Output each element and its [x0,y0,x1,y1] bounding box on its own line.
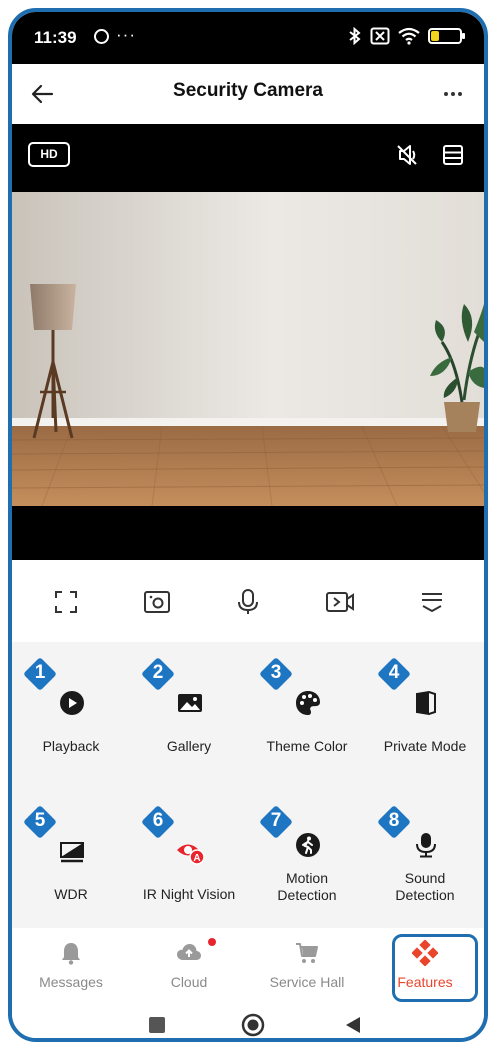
system-navigation [12,1004,484,1038]
speaker-muted-icon [397,145,417,165]
feature-label: IR Night Vision [142,886,236,902]
camera-feed[interactable] [12,192,484,506]
feature-label: WDR [54,886,88,902]
recents-button[interactable] [144,1012,170,1038]
microphone-button[interactable] [230,584,266,620]
features-grid: 1 Playback 2 Gallery 3 Theme Color 4 Pri… [12,642,484,928]
sim-off-icon [370,27,390,45]
feature-label-line1: Motion [285,870,329,886]
number-badge: 1 [23,657,57,691]
more-dot [451,92,455,96]
feature-label: Private Mode [383,738,467,754]
number-badge: 7 [259,805,293,839]
nav-label: Messages [39,974,103,990]
collapse-menu-icon [422,593,442,612]
battery-icon: 9 [428,28,465,44]
bluetooth-icon [349,27,361,45]
fullscreen-button[interactable] [48,584,84,620]
record-button[interactable] [322,584,358,620]
notification-dot [208,938,216,946]
home-button[interactable] [240,1012,266,1038]
number-badge: 8 [377,805,411,839]
number-badge: 2 [141,657,175,691]
room-image [12,192,484,506]
snapshot-button[interactable] [139,584,175,620]
number-badge: 6 [141,805,175,839]
layout-icon [443,145,463,165]
feature-label-line2: Detection [277,887,337,903]
number-badge: 5 [23,805,57,839]
feature-label-line1: Sound [404,870,446,886]
more-dot [458,92,462,96]
status-icons: 9 [348,27,465,45]
dnd-icon [94,29,109,44]
fullscreen-icon [55,591,77,613]
square-icon [149,1017,165,1033]
gallery-icon [178,694,202,712]
back-system-button[interactable] [340,1012,366,1038]
feature-label-line2: Detection [395,887,455,903]
cart-icon [296,943,318,963]
private-mode-icon [416,690,436,716]
wifi-icon [398,27,420,45]
status-bar: 11:39 ··· 9 [12,12,484,64]
hd-quality-button[interactable]: HD [28,142,70,167]
bottom-navigation: Messages Cloud Service Hall Features [12,928,484,1004]
feature-private-mode[interactable]: 4 Private Mode [366,642,484,772]
motion-detection-icon [296,833,320,857]
feature-label: Theme Color [266,738,348,754]
layout-button[interactable] [438,140,468,170]
snapshot-icon [144,591,170,613]
number-badge: 4 [377,657,411,691]
nav-messages[interactable]: Messages [12,928,130,1004]
more-dot [444,92,448,96]
microphone-icon [238,589,258,614]
number-badge: 3 [259,657,293,691]
feature-playback[interactable]: 1 Playback [12,642,130,772]
status-more: ··· [116,25,136,44]
status-time: 11:39 [34,28,77,47]
wdr-icon [60,842,84,863]
active-tab-highlight [392,934,478,1002]
nav-label: Cloud [170,974,208,990]
feature-wdr[interactable]: 5 WDR [12,790,130,920]
camera-view[interactable]: HD [12,124,484,560]
sound-detection-icon [416,833,436,858]
phone-frame: 11:39 ··· 9 Security Camera HD 1 Playbac… [8,8,488,1042]
nav-label: Service Hall [269,974,345,990]
playback-icon [60,691,84,715]
more-options-button[interactable] [436,78,470,110]
record-icon [326,592,354,612]
palette-icon [296,691,320,715]
nav-service-hall[interactable]: Service Hall [248,928,366,1004]
collapse-menu-button[interactable] [414,584,450,620]
feature-motion-detection[interactable]: 7 Motion Detection [248,790,366,920]
page-title: Security Camera [173,80,323,101]
feature-label: Playback [42,738,100,754]
feature-sound-detection[interactable]: 8 Sound Detection [366,790,484,920]
triangle-back-icon [346,1017,360,1033]
feature-ir-night-vision[interactable]: 6 A IR Night Vision [130,790,248,920]
feature-theme-color[interactable]: 3 Theme Color [248,642,366,772]
feature-gallery[interactable]: 2 Gallery [130,642,248,772]
svg-text:A: A [193,853,200,864]
nav-cloud[interactable]: Cloud [130,928,248,1004]
battery-label: 9 [442,29,448,40]
feature-label: Gallery [166,738,212,754]
mute-button[interactable] [392,140,422,170]
ir-night-vision-icon: A [177,844,205,865]
cloud-upload-icon [177,944,201,960]
bell-icon [62,943,80,965]
camera-controls [12,560,484,642]
circle-home-icon [241,1013,265,1037]
app-header: Security Camera [12,64,484,124]
